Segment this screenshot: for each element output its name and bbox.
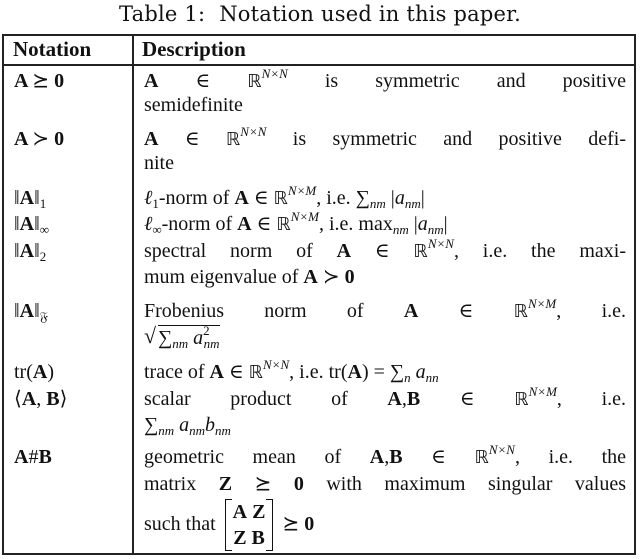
row-7-description: trace of A ∈ ℝN×N, i.e. tr(A) = ∑n ann: [144, 357, 439, 385]
notation-table: Notation Description A ⪰ 0 A ∈ ℝN×N is s…: [2, 34, 636, 555]
header-description: Description: [142, 37, 246, 61]
row-3-description: ℓ1-norm of A ∈ ℝN×M, i.e. ∑nm |anm|: [144, 183, 425, 211]
row-1-description-line-1: A ∈ ℝN×N is symmetric and positive: [144, 66, 626, 92]
table-caption: Table 1: Notation used in this paper.: [0, 2, 640, 26]
caption-text: Notation used in this paper.: [219, 2, 521, 26]
row-5-description-line-2: mum eigenvalue of A ≻ 0: [144, 266, 355, 288]
row-2-description-line-2: nite: [144, 152, 174, 174]
row-4-description: ℓ∞-norm of A ∈ ℝN×M, i.e. maxnm |anm|: [144, 209, 448, 237]
row-6-notation: ‖A‖𝔉: [14, 300, 48, 324]
row-9-notation: A#B: [14, 446, 52, 468]
row-9-description-line-1: geometric mean of A,B ∈ ℝN×N, i.e. the: [144, 442, 627, 468]
row-8-description-line-1: scalar product of A,B ∈ ℝN×M, i.e.: [144, 384, 627, 410]
row-5-notation: ‖A‖2: [14, 240, 47, 264]
row-6-description-line-1: Frobenius norm of A ∈ ℝN×M, i.e.: [144, 296, 626, 322]
block-matrix: A Z Z B: [224, 499, 274, 552]
row-8-description-line-2: ∑nm anmbnm: [144, 414, 231, 438]
row-1-description-line-2: semidefinite: [144, 94, 243, 116]
row-9-description-line-3: such that A Z Z B ⪰ 0: [144, 499, 315, 552]
header-notation: Notation: [13, 37, 92, 61]
row-7-notation: tr(A): [14, 361, 55, 383]
row-4-notation: ‖A‖∞: [14, 213, 49, 237]
row-1-notation: A ⪰ 0: [14, 70, 65, 92]
row-2-description-line-1: A ∈ ℝN×N is symmetric and positive defi-: [144, 124, 626, 150]
row-9-description-line-2: matrix Z ⪰ 0 with maximum singular value…: [144, 473, 627, 495]
row-2-notation: A ≻ 0: [14, 128, 65, 150]
row-6-description-line-2: ∑nm a2nm: [144, 324, 626, 350]
row-5-description-line-1: spectral norm of A ∈ ℝN×N, i.e. the maxi…: [144, 236, 626, 262]
caption-label: Table 1:: [119, 2, 206, 26]
column-divider: [132, 36, 134, 553]
row-3-notation: ‖A‖1: [14, 187, 47, 211]
row-8-notation: ⟨A, B⟩: [14, 388, 68, 410]
header-divider: [4, 64, 634, 66]
